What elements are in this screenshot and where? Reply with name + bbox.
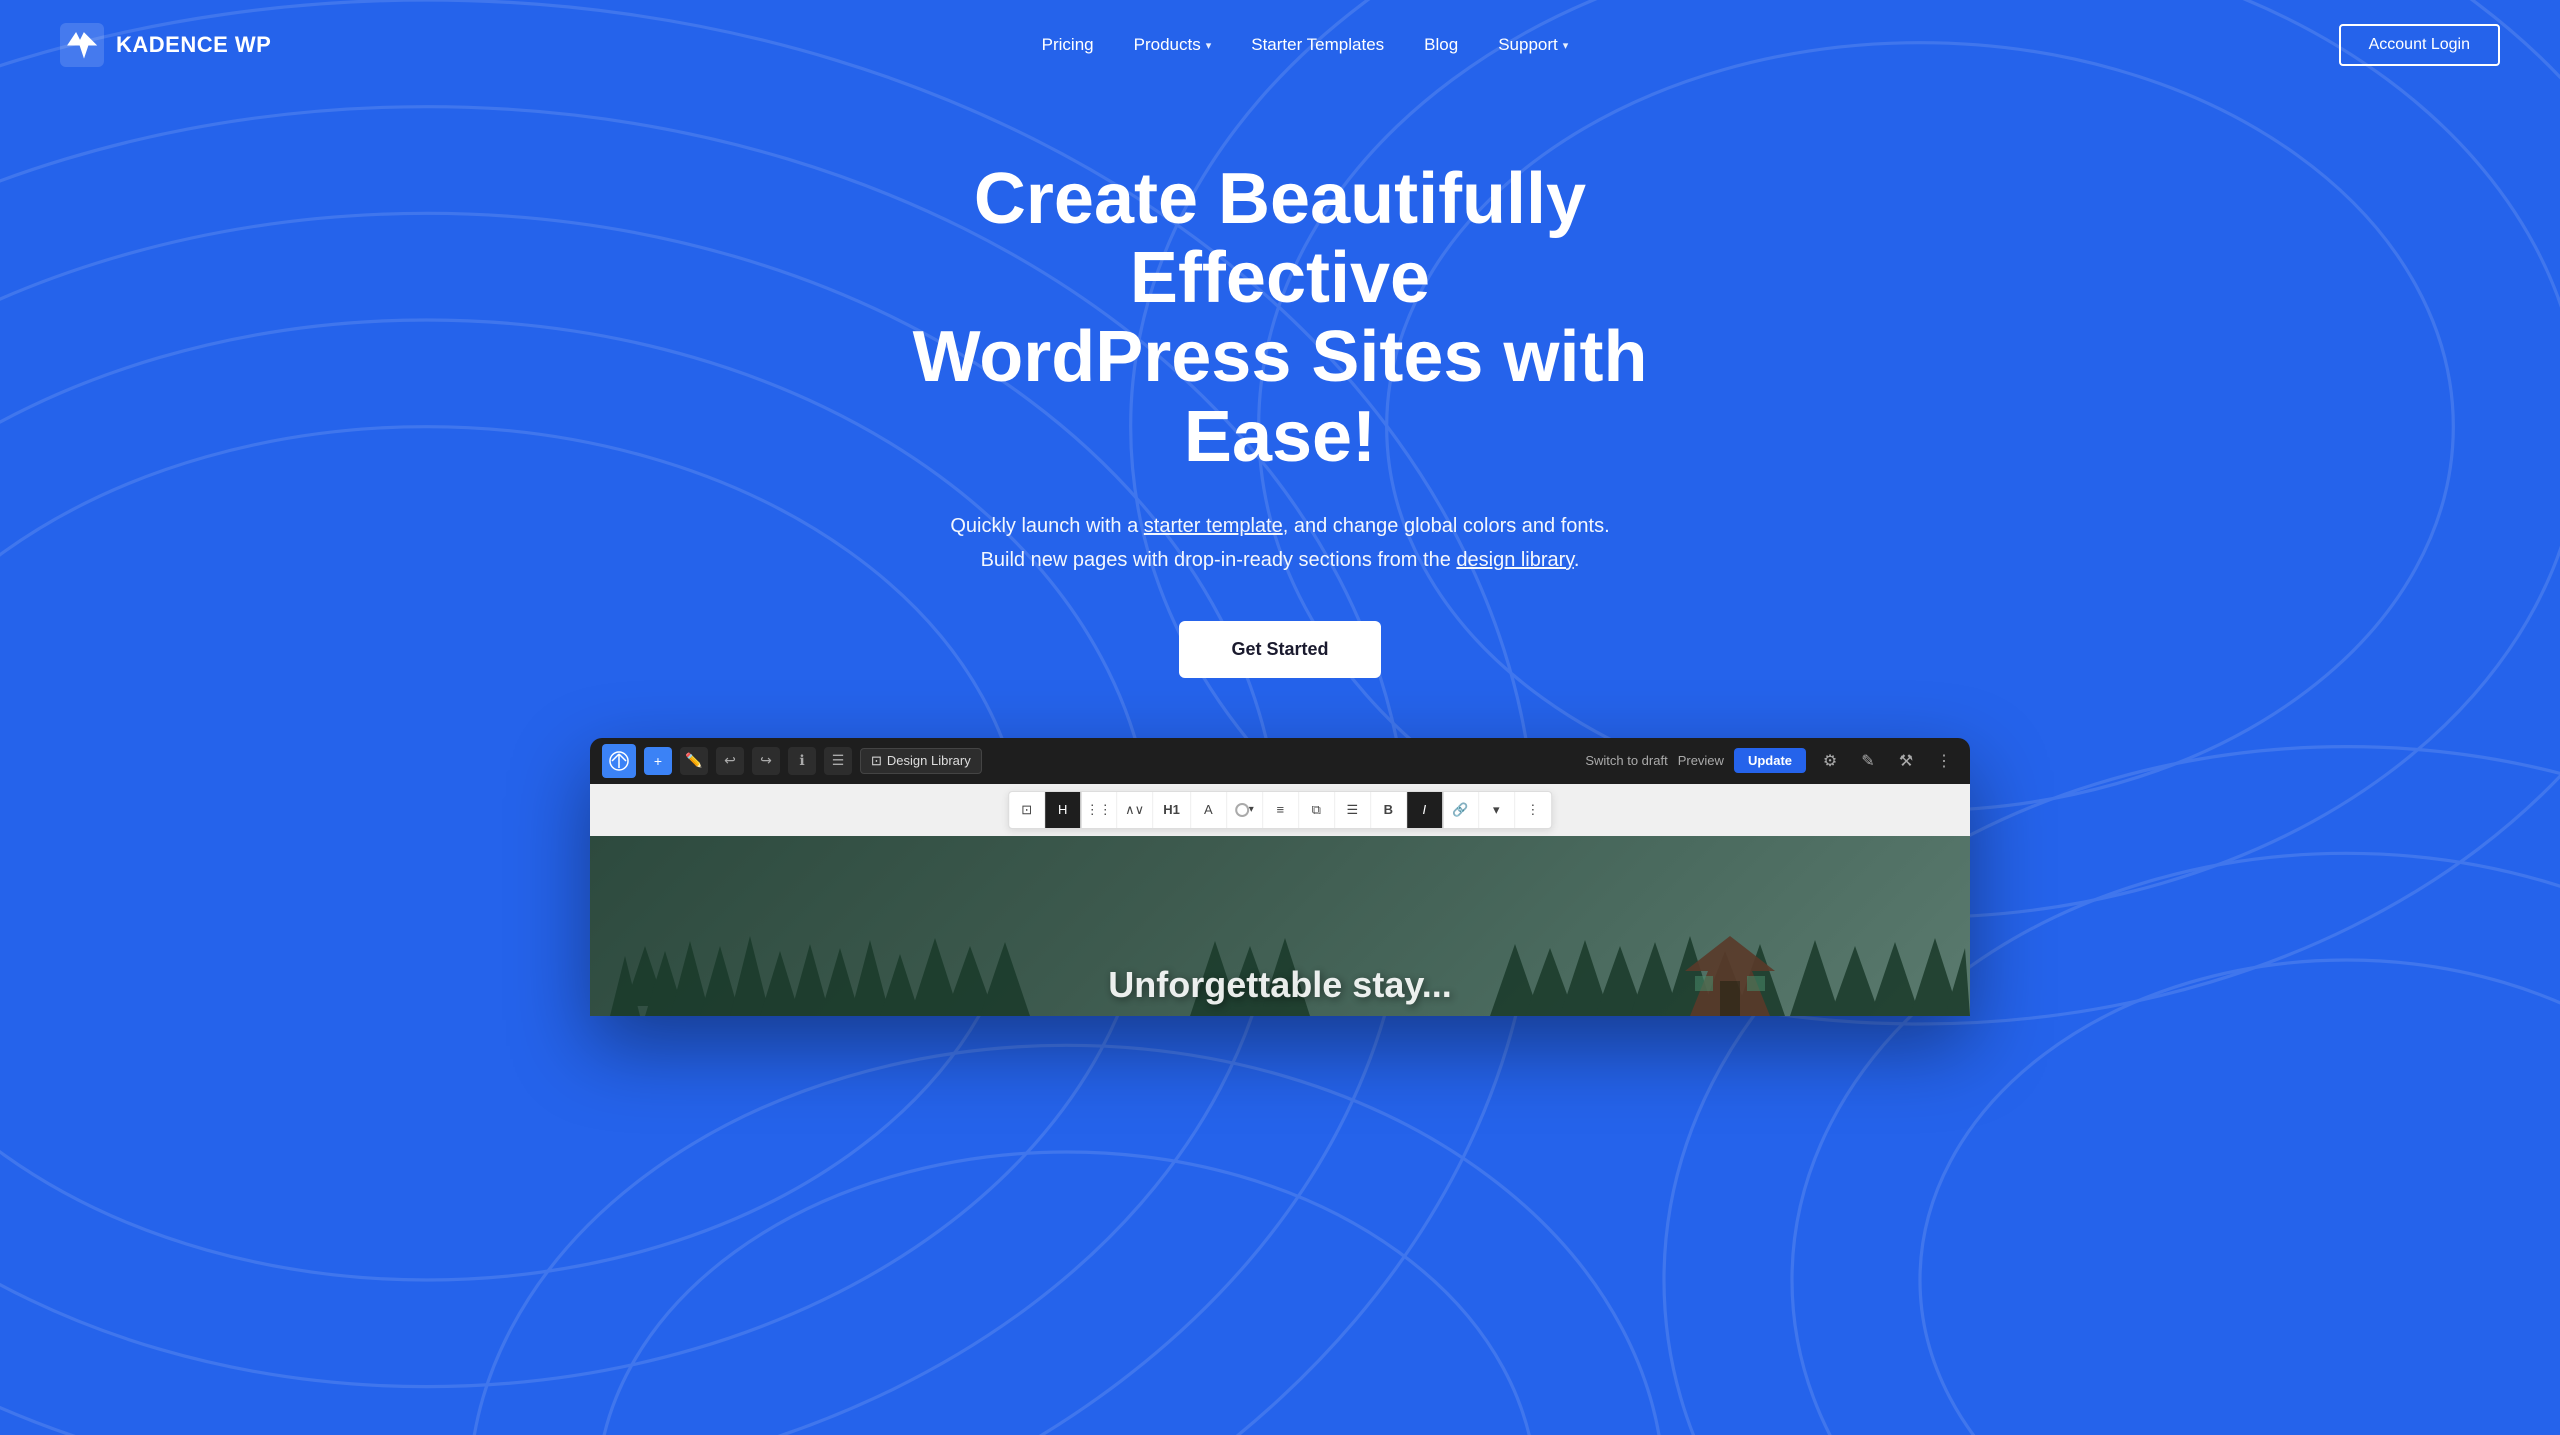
text-align-btn[interactable]: A bbox=[1191, 792, 1227, 828]
update-button[interactable]: Update bbox=[1734, 748, 1806, 773]
logo-link[interactable]: KADENCE WP bbox=[60, 23, 271, 67]
wp-content-area: Unforgettable stay... bbox=[590, 836, 1970, 1016]
heading-btn[interactable]: H bbox=[1045, 792, 1081, 828]
block-toolbar: ⊡ H ⋮⋮ ∧∨ H1 A ▾ ≡ ⧉ ☰ B I 🔗 ▾ ⋮ bbox=[1008, 791, 1552, 829]
pencil-icon-button[interactable]: ✏️ bbox=[680, 747, 708, 775]
copy-btn[interactable]: ⧉ bbox=[1299, 792, 1335, 828]
admin-bar-right: Switch to draft Preview Update ⚙ ✎ ⚒ ⋮ bbox=[1585, 747, 1958, 775]
more-options-button[interactable]: ⋮ bbox=[1930, 747, 1958, 775]
add-block-button[interactable]: + bbox=[644, 747, 672, 775]
link-btn[interactable]: 🔗 bbox=[1443, 792, 1479, 828]
products-chevron-icon: ▾ bbox=[1206, 39, 1212, 52]
hero-title: Create Beautifully Effective WordPress S… bbox=[870, 160, 1690, 477]
drag-handle-btn[interactable]: ⋮⋮ bbox=[1081, 792, 1117, 828]
hero-section: Create Beautifully Effective WordPress S… bbox=[0, 0, 2560, 1435]
nav-support[interactable]: Support ▾ bbox=[1498, 35, 1568, 55]
list-btn[interactable]: ☰ bbox=[1335, 792, 1371, 828]
starter-template-link[interactable]: starter template bbox=[1144, 515, 1283, 537]
preview-button[interactable]: Preview bbox=[1678, 753, 1724, 768]
main-nav: Pricing Products ▾ Starter Templates Blo… bbox=[1042, 35, 1569, 55]
italic-btn[interactable]: I bbox=[1407, 792, 1443, 828]
select-block-btn[interactable]: ⊡ bbox=[1009, 792, 1045, 828]
nav-pricing[interactable]: Pricing bbox=[1042, 35, 1094, 55]
wp-admin-bar: + ✏️ ↩ ↪ ℹ ☰ ⊡ Design Library Switch to … bbox=[590, 738, 1970, 784]
redo-button[interactable]: ↪ bbox=[752, 747, 780, 775]
h1-label[interactable]: H1 bbox=[1153, 792, 1191, 828]
settings-icon-button[interactable]: ⚙ bbox=[1816, 747, 1844, 775]
design-library-button[interactable]: ⊡ Design Library bbox=[860, 748, 982, 774]
hero-subtitle: Quickly launch with a starter template, … bbox=[870, 509, 1690, 577]
get-started-button[interactable]: Get Started bbox=[1179, 621, 1380, 678]
nav-starter-templates[interactable]: Starter Templates bbox=[1251, 35, 1384, 55]
nav-blog[interactable]: Blog bbox=[1424, 35, 1458, 55]
hero-content: Create Beautifully Effective WordPress S… bbox=[830, 160, 1730, 678]
edit-icon-button[interactable]: ✎ bbox=[1854, 747, 1882, 775]
nav-products[interactable]: Products ▾ bbox=[1134, 35, 1212, 55]
wp-logo-button[interactable] bbox=[602, 744, 636, 778]
undo-button[interactable]: ↩ bbox=[716, 747, 744, 775]
browser-mockup: + ✏️ ↩ ↪ ℹ ☰ ⊡ Design Library Switch to … bbox=[590, 738, 1970, 1016]
wp-page-title-preview: Unforgettable stay... bbox=[1108, 964, 1451, 1006]
color-btn[interactable]: ▾ bbox=[1227, 792, 1263, 828]
bold-btn[interactable]: B bbox=[1371, 792, 1407, 828]
account-login-button[interactable]: Account Login bbox=[2339, 24, 2500, 66]
block-toolbar-container: ⊡ H ⋮⋮ ∧∨ H1 A ▾ ≡ ⧉ ☰ B I 🔗 ▾ ⋮ bbox=[590, 784, 1970, 836]
list-view-button[interactable]: ☰ bbox=[824, 747, 852, 775]
design-library-link[interactable]: design library bbox=[1456, 549, 1573, 571]
support-chevron-icon: ▾ bbox=[1563, 39, 1569, 52]
align-btn[interactable]: ≡ bbox=[1263, 792, 1299, 828]
switch-draft-button[interactable]: Switch to draft bbox=[1585, 753, 1667, 768]
design-library-icon: ⊡ bbox=[871, 753, 882, 769]
site-header: KADENCE WP Pricing Products ▾ Starter Te… bbox=[0, 0, 2560, 90]
logo-text: KADENCE WP bbox=[116, 32, 271, 58]
move-btn[interactable]: ∧∨ bbox=[1117, 792, 1153, 828]
more-rich-text-btn[interactable]: ▾ bbox=[1479, 792, 1515, 828]
tools-icon-button[interactable]: ⚒ bbox=[1892, 747, 1920, 775]
info-button[interactable]: ℹ bbox=[788, 747, 816, 775]
logo-icon bbox=[60, 23, 104, 67]
options-btn[interactable]: ⋮ bbox=[1515, 792, 1551, 828]
